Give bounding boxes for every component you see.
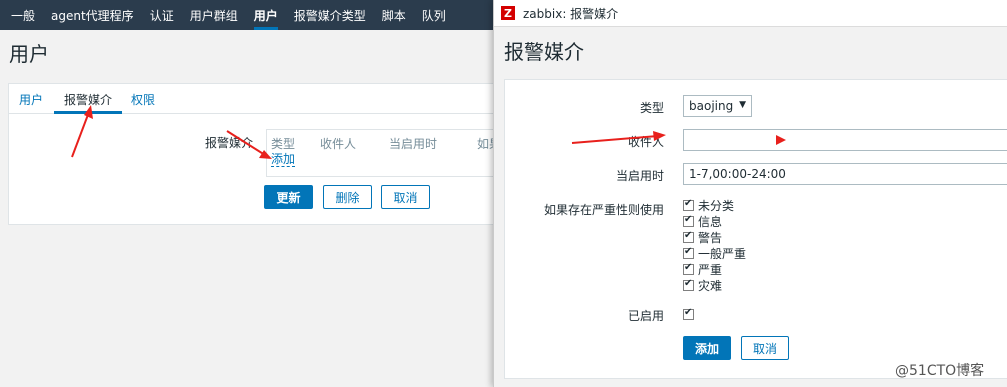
- cancel-button[interactable]: 取消: [381, 185, 430, 209]
- type-select[interactable]: baojing ▼: [683, 95, 752, 117]
- active-tab-indicator: [54, 111, 122, 114]
- column-header-when-active: 当启用时: [389, 137, 438, 151]
- severity-high[interactable]: 严重: [683, 261, 722, 277]
- page-title: 用户: [9, 42, 49, 66]
- severity-option-label: 一般严重: [698, 246, 747, 261]
- type-label: 类型: [639, 101, 664, 115]
- checkbox-checked-icon[interactable]: [683, 307, 694, 320]
- type-select-value: baojing: [689, 99, 734, 113]
- enabled-label: 已启用: [627, 309, 664, 323]
- send-to-input[interactable]: [683, 129, 1007, 151]
- checkbox-checked-icon[interactable]: [683, 230, 694, 243]
- column-header-send-to: 收件人: [320, 137, 357, 151]
- user-form-card: 用户 报警媒介 权限 报警媒介 类型 收件人 当启用时 如果 添加 更新 删除 …: [8, 83, 509, 225]
- severity-disaster[interactable]: 灾难: [683, 277, 722, 293]
- popup-titlebar: Z zabbix: 报警媒介: [494, 0, 1007, 27]
- send-to-label: 收件人: [627, 135, 664, 149]
- checkbox-checked-icon[interactable]: [683, 198, 694, 211]
- chevron-down-icon: ▼: [739, 100, 746, 110]
- nav-item-user-groups[interactable]: 用户群组: [182, 0, 246, 30]
- when-active-label: 当启用时: [615, 169, 664, 183]
- checkbox-checked-icon[interactable]: [683, 246, 694, 259]
- add-button[interactable]: 添加: [683, 336, 731, 360]
- severity-information[interactable]: 信息: [683, 213, 722, 229]
- checkbox-checked-icon[interactable]: [683, 214, 694, 227]
- zabbix-app-icon: Z: [501, 6, 515, 20]
- nav-item-media-types[interactable]: 报警媒介类型: [286, 0, 374, 30]
- severity-not-classified[interactable]: 未分类: [683, 197, 734, 213]
- tab-user[interactable]: 用户: [19, 91, 43, 108]
- severity-option-label: 信息: [698, 214, 723, 229]
- checkbox-checked-icon[interactable]: [683, 278, 694, 291]
- add-media-link[interactable]: 添加: [271, 152, 296, 167]
- popup-cancel-button[interactable]: 取消: [741, 336, 789, 360]
- severity-option-label: 严重: [698, 262, 723, 277]
- severity-average[interactable]: 一般严重: [683, 245, 746, 261]
- user-tabs: 用户 报警媒介 权限: [9, 84, 507, 114]
- checkbox-checked-icon[interactable]: [683, 262, 694, 275]
- nav-item-proxies[interactable]: agent代理程序: [43, 0, 142, 30]
- severity-warning[interactable]: 警告: [683, 229, 722, 245]
- popup-heading: 报警媒介: [504, 40, 584, 64]
- nav-item-queue[interactable]: 队列: [414, 0, 454, 30]
- watermark: @51CTO博客: [895, 363, 985, 379]
- popup-window-title: zabbix: 报警媒介: [523, 6, 619, 21]
- nav-item-general[interactable]: 一般: [3, 0, 43, 30]
- enabled-checkbox[interactable]: [683, 306, 698, 322]
- nav-item-users[interactable]: 用户: [246, 0, 286, 30]
- tab-permissions[interactable]: 权限: [131, 91, 155, 108]
- media-field-label: 报警媒介: [205, 136, 254, 150]
- delete-button[interactable]: 删除: [323, 185, 372, 209]
- nav-item-scripts[interactable]: 脚本: [374, 0, 414, 30]
- update-button[interactable]: 更新: [264, 185, 313, 209]
- column-header-type: 类型: [271, 137, 296, 151]
- severity-option-label: 警告: [698, 230, 723, 245]
- media-popup-window: Z zabbix: 报警媒介 报警媒介 类型 baojing ▼ 收件人 当启用…: [493, 0, 1007, 387]
- severity-option-label: 灾难: [698, 278, 723, 293]
- severity-label: 如果存在严重性则使用: [543, 203, 664, 217]
- media-form: 类型 baojing ▼ 收件人 当启用时 1-7,00:00-24:00 如果…: [504, 79, 1007, 379]
- tab-media[interactable]: 报警媒介: [64, 91, 112, 108]
- when-active-input[interactable]: 1-7,00:00-24:00: [683, 163, 1007, 185]
- severity-option-label: 未分类: [698, 198, 735, 213]
- media-table: 类型 收件人 当启用时 如果 添加: [266, 129, 509, 177]
- nav-item-authentication[interactable]: 认证: [142, 0, 182, 30]
